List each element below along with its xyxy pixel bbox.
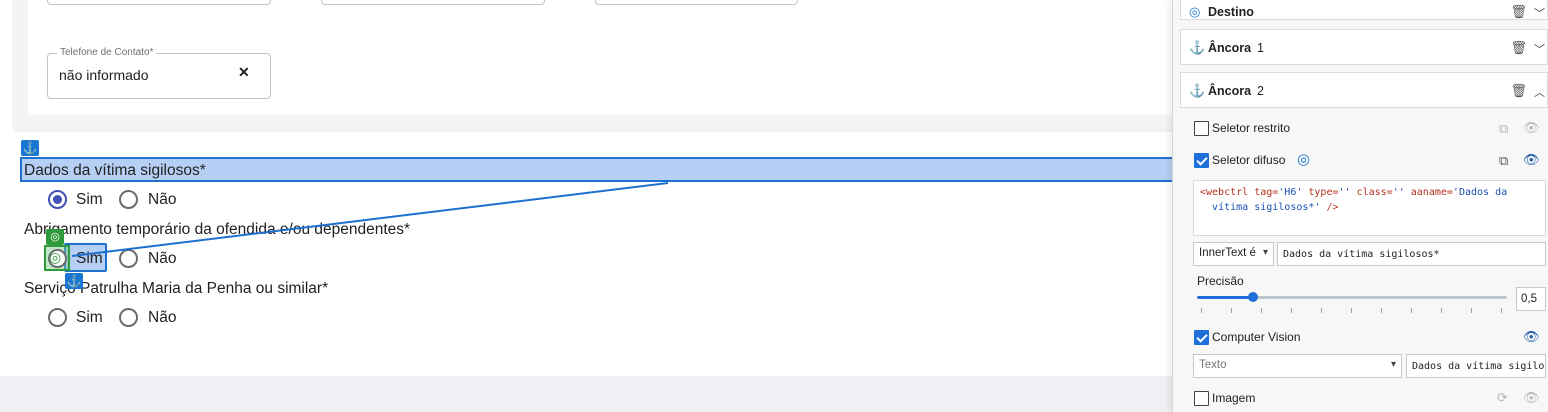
innertext-value-input[interactable]: Dados da vítima sigilosos* — [1277, 242, 1546, 266]
page-footer — [0, 376, 1172, 412]
eye-icon[interactable]: 👁 — [1523, 152, 1540, 168]
cv-value-input[interactable]: Dados da vítima sigilosos* — [1406, 354, 1546, 378]
code-token: <webctrl — [1200, 187, 1249, 198]
restricted-selector-checkbox[interactable] — [1194, 121, 1209, 136]
anchor-icon[interactable]: ⚓ — [65, 273, 83, 289]
form-field-top-1[interactable] — [47, 0, 271, 5]
radio-label: Sim — [76, 309, 103, 326]
anchor-icon: ⚓ — [1189, 83, 1206, 98]
eye-icon[interactable]: 👁 — [1523, 329, 1540, 345]
target-icon[interactable]: ◎ — [46, 229, 64, 245]
radio-label: Não — [148, 250, 177, 267]
slider-tick — [1261, 308, 1262, 313]
slider-tick — [1201, 308, 1202, 313]
slider-tick — [1231, 308, 1232, 313]
trash-icon[interactable]: 🗑 — [1510, 83, 1527, 99]
section-number: 2 — [1257, 84, 1264, 98]
selector-code-editor[interactable]: <webctrl tag='H6' type='' class='' aanam… — [1193, 180, 1546, 236]
code-token: 'Dados da — [1452, 187, 1508, 198]
precision-value-input[interactable]: 0,5 — [1516, 287, 1546, 311]
section-title: Destino — [1208, 5, 1254, 19]
copy-icon[interactable]: ⧉ — [1499, 121, 1508, 137]
radio-label: Não — [148, 191, 177, 208]
select-value: Texto — [1199, 359, 1227, 371]
innertext-operator-select[interactable]: InnerText é ▾ — [1193, 242, 1274, 266]
radio-label: Sim — [76, 250, 103, 267]
radio-nao[interactable] — [119, 249, 138, 268]
copy-icon[interactable]: ⧉ — [1499, 153, 1508, 169]
eye-icon[interactable]: 👁 — [1523, 390, 1540, 406]
section-ancora-1[interactable]: ⚓ Âncora 1 🗑 ﹀ — [1180, 29, 1548, 65]
cv-type-select[interactable]: Texto ▾ — [1193, 354, 1402, 378]
chevron-up-icon[interactable]: ︿ — [1534, 84, 1545, 100]
code-token: '' — [1338, 187, 1351, 198]
trash-icon[interactable]: 🗑 — [1510, 40, 1527, 56]
slider-tick — [1321, 308, 1322, 313]
radio-nao[interactable] — [119, 308, 138, 327]
radio-sim[interactable] — [48, 308, 67, 327]
target-icon: ◎ — [49, 249, 62, 265]
image-label: Imagem — [1212, 391, 1256, 405]
precision-slider-fill — [1197, 296, 1253, 299]
question-label: Abrigamento temporário da ofendida e/ou … — [24, 221, 411, 238]
code-token: class= — [1350, 187, 1393, 198]
code-token: 'H6' — [1278, 187, 1303, 198]
phone-field-value: não informado — [59, 67, 149, 83]
slider-tick — [1381, 308, 1382, 313]
chevron-down-icon[interactable]: ﹀ — [1534, 5, 1545, 21]
slider-tick — [1291, 308, 1292, 313]
chevron-down-icon: ▾ — [1390, 359, 1396, 370]
section-ancora-2[interactable]: ⚓ Âncora 2 🗑 ︿ — [1180, 72, 1548, 108]
trash-icon[interactable]: 🗑 — [1510, 4, 1527, 20]
section-title: Âncora — [1208, 84, 1252, 98]
chevron-down-icon: ▾ — [1262, 247, 1268, 258]
section-number: 1 — [1257, 41, 1264, 55]
slider-tick — [1471, 308, 1472, 313]
precision-label: Precisão — [1197, 274, 1244, 288]
radio-nao[interactable] — [119, 190, 138, 209]
question-label: Dados da vítima sigilosos* — [24, 162, 206, 179]
form-field-top-3[interactable] — [595, 0, 798, 5]
code-token: '' — [1392, 187, 1405, 198]
chevron-down-icon[interactable]: ﹀ — [1534, 41, 1545, 57]
precision-slider-thumb[interactable] — [1247, 292, 1258, 302]
slider-tick — [1351, 308, 1352, 313]
section-title: Âncora — [1208, 41, 1252, 55]
select-value: InnerText é — [1199, 247, 1256, 259]
slider-tick — [1501, 308, 1502, 313]
target-icon: ◎ — [1189, 4, 1201, 19]
code-token: vítima sigilosos*' — [1212, 202, 1321, 213]
slider-tick — [1411, 308, 1412, 313]
code-token: type= — [1302, 187, 1339, 198]
form-field-top-2[interactable] — [321, 0, 545, 5]
fuzzy-selector-label: Seletor difuso — [1212, 153, 1286, 167]
radio-label: Não — [148, 309, 177, 326]
computer-vision-checkbox[interactable] — [1194, 330, 1209, 345]
radio-sim[interactable] — [48, 190, 67, 209]
clear-icon[interactable]: ✕ — [238, 64, 250, 81]
phone-field-label: Telefone de Contato* — [57, 47, 157, 58]
anchor-icon: ⚓ — [1189, 40, 1206, 55]
slider-tick — [1441, 308, 1442, 313]
target-icon[interactable]: ◎ — [1297, 150, 1310, 168]
code-token: aaname= — [1404, 187, 1453, 198]
radio-label: Sim — [76, 191, 103, 208]
code-token: /> — [1320, 202, 1339, 213]
computer-vision-label: Computer Vision — [1212, 330, 1301, 344]
fuzzy-selector-checkbox[interactable] — [1194, 153, 1209, 168]
eye-icon[interactable]: 👁 — [1523, 120, 1540, 136]
restricted-selector-label: Seletor restrito — [1212, 121, 1291, 135]
refresh-icon[interactable]: ⟳ — [1497, 390, 1508, 406]
anchor-icon[interactable]: ⚓ — [21, 140, 39, 156]
section-destino[interactable]: ◎ Destino 🗑 ﹀ — [1180, 0, 1548, 20]
code-token: tag= — [1248, 187, 1279, 198]
image-checkbox[interactable] — [1194, 391, 1209, 406]
